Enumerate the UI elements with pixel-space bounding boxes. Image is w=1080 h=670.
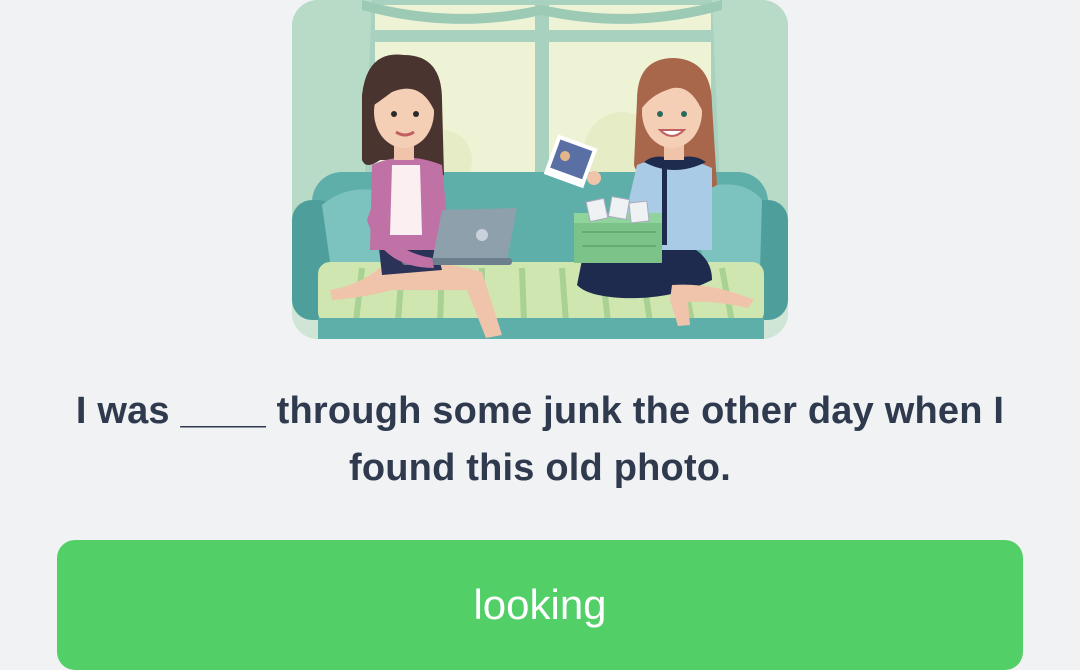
answer-option-label: looking	[473, 581, 607, 628]
illustration-scene	[292, 0, 788, 339]
answer-option-button[interactable]: looking	[57, 540, 1023, 670]
illustration-two-women-on-sofa	[292, 0, 788, 339]
question-sentence: I was ____ through some junk the other d…	[75, 390, 1005, 489]
